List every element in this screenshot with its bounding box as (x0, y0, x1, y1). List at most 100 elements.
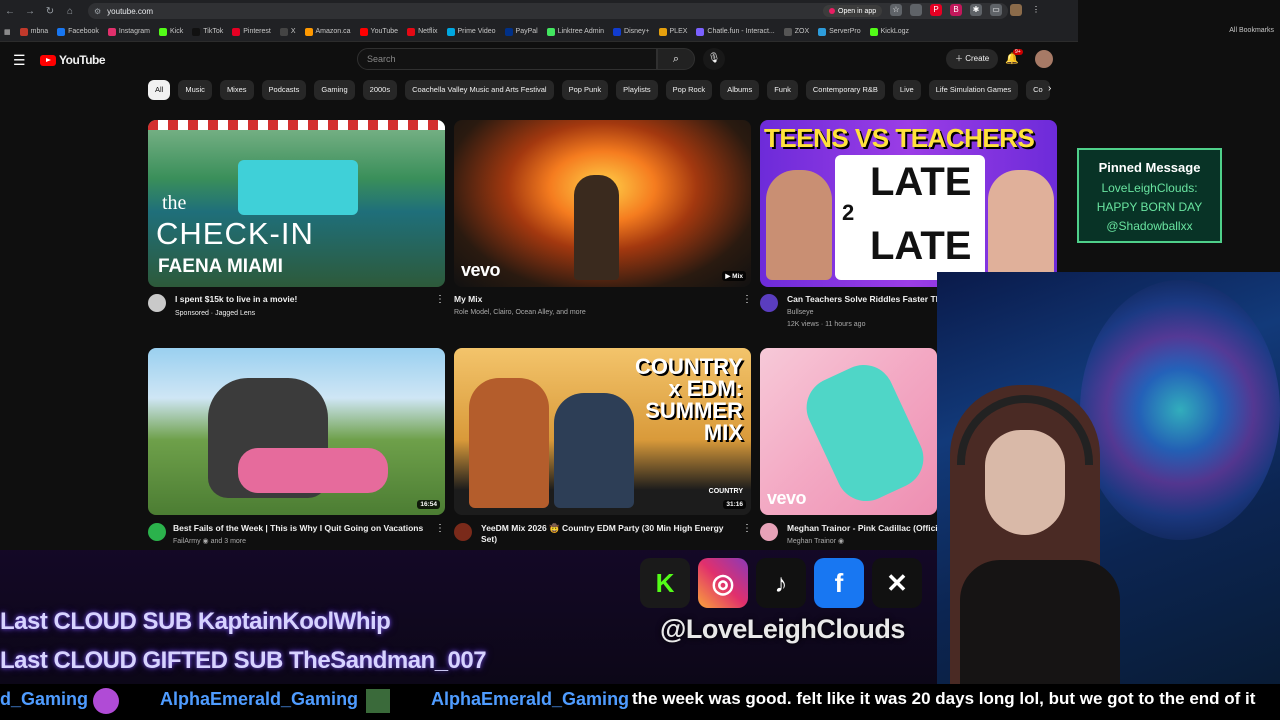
bookmark-item[interactable]: PayPal (504, 27, 538, 36)
profile-icon[interactable] (1010, 4, 1022, 16)
video-title[interactable]: Can Teachers Solve Riddles Faster Th (787, 294, 937, 305)
bookmark-favicon-icon (696, 27, 705, 36)
create-button[interactable]: ＋ Create (946, 49, 999, 69)
filter-chip[interactable]: Podcasts (261, 80, 307, 100)
filter-chip[interactable]: Co (1026, 80, 1050, 100)
video-thumbnail[interactable]: COUNTRY x EDM: SUMMER MIX COUNTRY 31:16 (454, 348, 751, 515)
bookmark-item[interactable]: Chatle.fun - Interact... (696, 27, 775, 36)
channel-avatar[interactable] (760, 523, 778, 541)
filter-chip[interactable]: Contemporary R&B (805, 80, 885, 100)
video-title[interactable]: My Mix (454, 294, 734, 305)
bookmark-item[interactable]: ServerPro (818, 27, 861, 36)
bookmark-item[interactable]: Kick (159, 27, 183, 36)
menu-icon[interactable]: ⋮ (1030, 4, 1042, 16)
back-icon[interactable]: ← (0, 6, 20, 17)
url-text: youtube.com (107, 6, 153, 16)
bookmark-item[interactable]: KickLogz (869, 27, 909, 36)
filter-chip[interactable]: Pop Rock (665, 80, 713, 100)
filter-chip[interactable]: Albums (720, 80, 760, 100)
filter-chip[interactable]: Mixes (219, 80, 254, 100)
filter-chip[interactable]: Life Simulation Games (928, 80, 1019, 100)
all-bookmarks-button[interactable]: All Bookmarks (1229, 27, 1274, 34)
more-options-icon[interactable]: ⋮ (742, 294, 752, 305)
chevron-right-icon[interactable]: › (1048, 83, 1051, 94)
filter-chip[interactable]: Funk (767, 80, 798, 100)
bookmark-item[interactable]: Linktree Admin (546, 27, 604, 36)
bookmark-label: Chatle.fun - Interact... (707, 28, 775, 35)
channel-avatar[interactable] (148, 294, 166, 312)
filter-chip[interactable]: Playlists (616, 80, 658, 100)
forward-icon[interactable]: → (20, 6, 40, 17)
bookmark-label: Facebook (68, 28, 99, 35)
bookmark-favicon-icon (546, 27, 555, 36)
star-icon[interactable]: ☆ (890, 4, 902, 16)
bookmark-item[interactable]: X (279, 27, 296, 36)
bookmark-item[interactable]: TikTok (192, 27, 223, 36)
puzzle-icon[interactable]: ✱ (970, 4, 982, 16)
bookmark-item[interactable]: Disney+ (613, 27, 650, 36)
video-title[interactable]: Best Fails of the Week | This is Why I Q… (173, 523, 433, 534)
bookmark-label: Amazon.ca (315, 28, 351, 35)
app-ext-icon[interactable]: B (950, 4, 962, 16)
home-icon[interactable]: ⌂ (60, 6, 80, 17)
more-options-icon[interactable]: ⋮ (435, 523, 445, 534)
bookmark-item[interactable]: Prime Video (446, 27, 496, 36)
chat-emote-icon (93, 688, 119, 714)
open-in-app-button[interactable]: Open in app (823, 5, 883, 17)
bookmark-item[interactable]: Pinterest (232, 27, 271, 36)
channel-avatar[interactable] (454, 523, 472, 541)
bookmark-item[interactable]: YouTube (359, 27, 398, 36)
video-thumbnail[interactable]: the CHECK-IN FAENA MIAMI (148, 120, 445, 287)
menu-icon[interactable]: ☰ (13, 52, 26, 69)
open-in-app-label: Open in app (838, 7, 877, 15)
thumb-text: the (162, 192, 187, 214)
youtube-logo[interactable]: YouTube (40, 53, 106, 67)
sidepanel-icon[interactable]: ▭ (990, 4, 1002, 16)
video-meta: Sponsored · Jagged Lens (175, 310, 256, 317)
thumb-text: COUNTRY (635, 354, 743, 379)
video-thumbnail[interactable]: vevo ▶ Mix (454, 120, 751, 287)
bookmark-item[interactable]: PLEX (658, 27, 688, 36)
search-icon[interactable]: ⌕ (657, 48, 695, 70)
app-icon (829, 8, 835, 14)
channel-avatar[interactable] (760, 294, 778, 312)
bookmark-item[interactable]: Facebook (57, 27, 99, 36)
filter-chip[interactable]: Gaming (314, 80, 355, 100)
filter-chip[interactable]: Coachella Valley Music and Arts Festival (405, 80, 554, 100)
avatar[interactable] (1035, 50, 1053, 68)
bookmark-label: PLEX (669, 28, 688, 35)
apps-icon[interactable]: ▦ (4, 28, 11, 36)
video-meta: FailArmy ◉ and 3 more (173, 538, 247, 545)
filter-chip[interactable]: 2000s (362, 80, 398, 100)
extension-icon[interactable] (910, 4, 922, 16)
bookmark-item[interactable]: mbna (19, 27, 48, 36)
bookmark-item[interactable]: Instagram (107, 27, 150, 36)
pinterest-ext-icon[interactable]: P (930, 4, 942, 16)
filter-chip[interactable]: Pop Punk (561, 80, 609, 100)
video-thumbnail[interactable]: vevo (760, 348, 937, 515)
video-title[interactable]: Meghan Trainor - Pink Cadillac (Offici (787, 523, 937, 534)
bookmark-favicon-icon (304, 27, 313, 36)
filter-chip[interactable]: Music (178, 80, 212, 100)
more-options-icon[interactable]: ⋮ (435, 294, 445, 305)
bookmark-item[interactable]: ZOX (783, 27, 809, 36)
search-input[interactable]: Search (357, 48, 657, 70)
channel-avatar[interactable] (148, 523, 166, 541)
filter-chip[interactable]: Live (892, 80, 921, 100)
vevo-logo: vevo (461, 260, 501, 280)
thumb-text: x EDM: (668, 376, 743, 401)
logo-text: YouTube (59, 53, 106, 67)
microphone-icon[interactable]: 🎙 (703, 48, 725, 70)
bookmark-item[interactable]: Amazon.ca (304, 27, 351, 36)
video-thumbnail[interactable]: 16:54 (148, 348, 445, 515)
last-gifted-sub-text: Last CLOUD GIFTED SUB TheSandman_007 (0, 647, 487, 674)
site-info-icon[interactable]: ⚙ (94, 7, 101, 16)
video-meta: Bullseye (787, 309, 814, 316)
reload-icon[interactable]: ↻ (40, 6, 60, 17)
bookmark-item[interactable]: Netflix (407, 27, 438, 36)
video-title[interactable]: I spent $15k to live in a movie! (175, 294, 430, 305)
more-options-icon[interactable]: ⋮ (742, 523, 752, 534)
video-thumbnail[interactable]: TEENS VS TEACHERS 2 LATE LATE (760, 120, 1057, 287)
filter-chip[interactable]: All (148, 80, 171, 100)
video-title[interactable]: YeeDM Mix 2026 🤠 Country EDM Party (30 M… (481, 523, 736, 545)
